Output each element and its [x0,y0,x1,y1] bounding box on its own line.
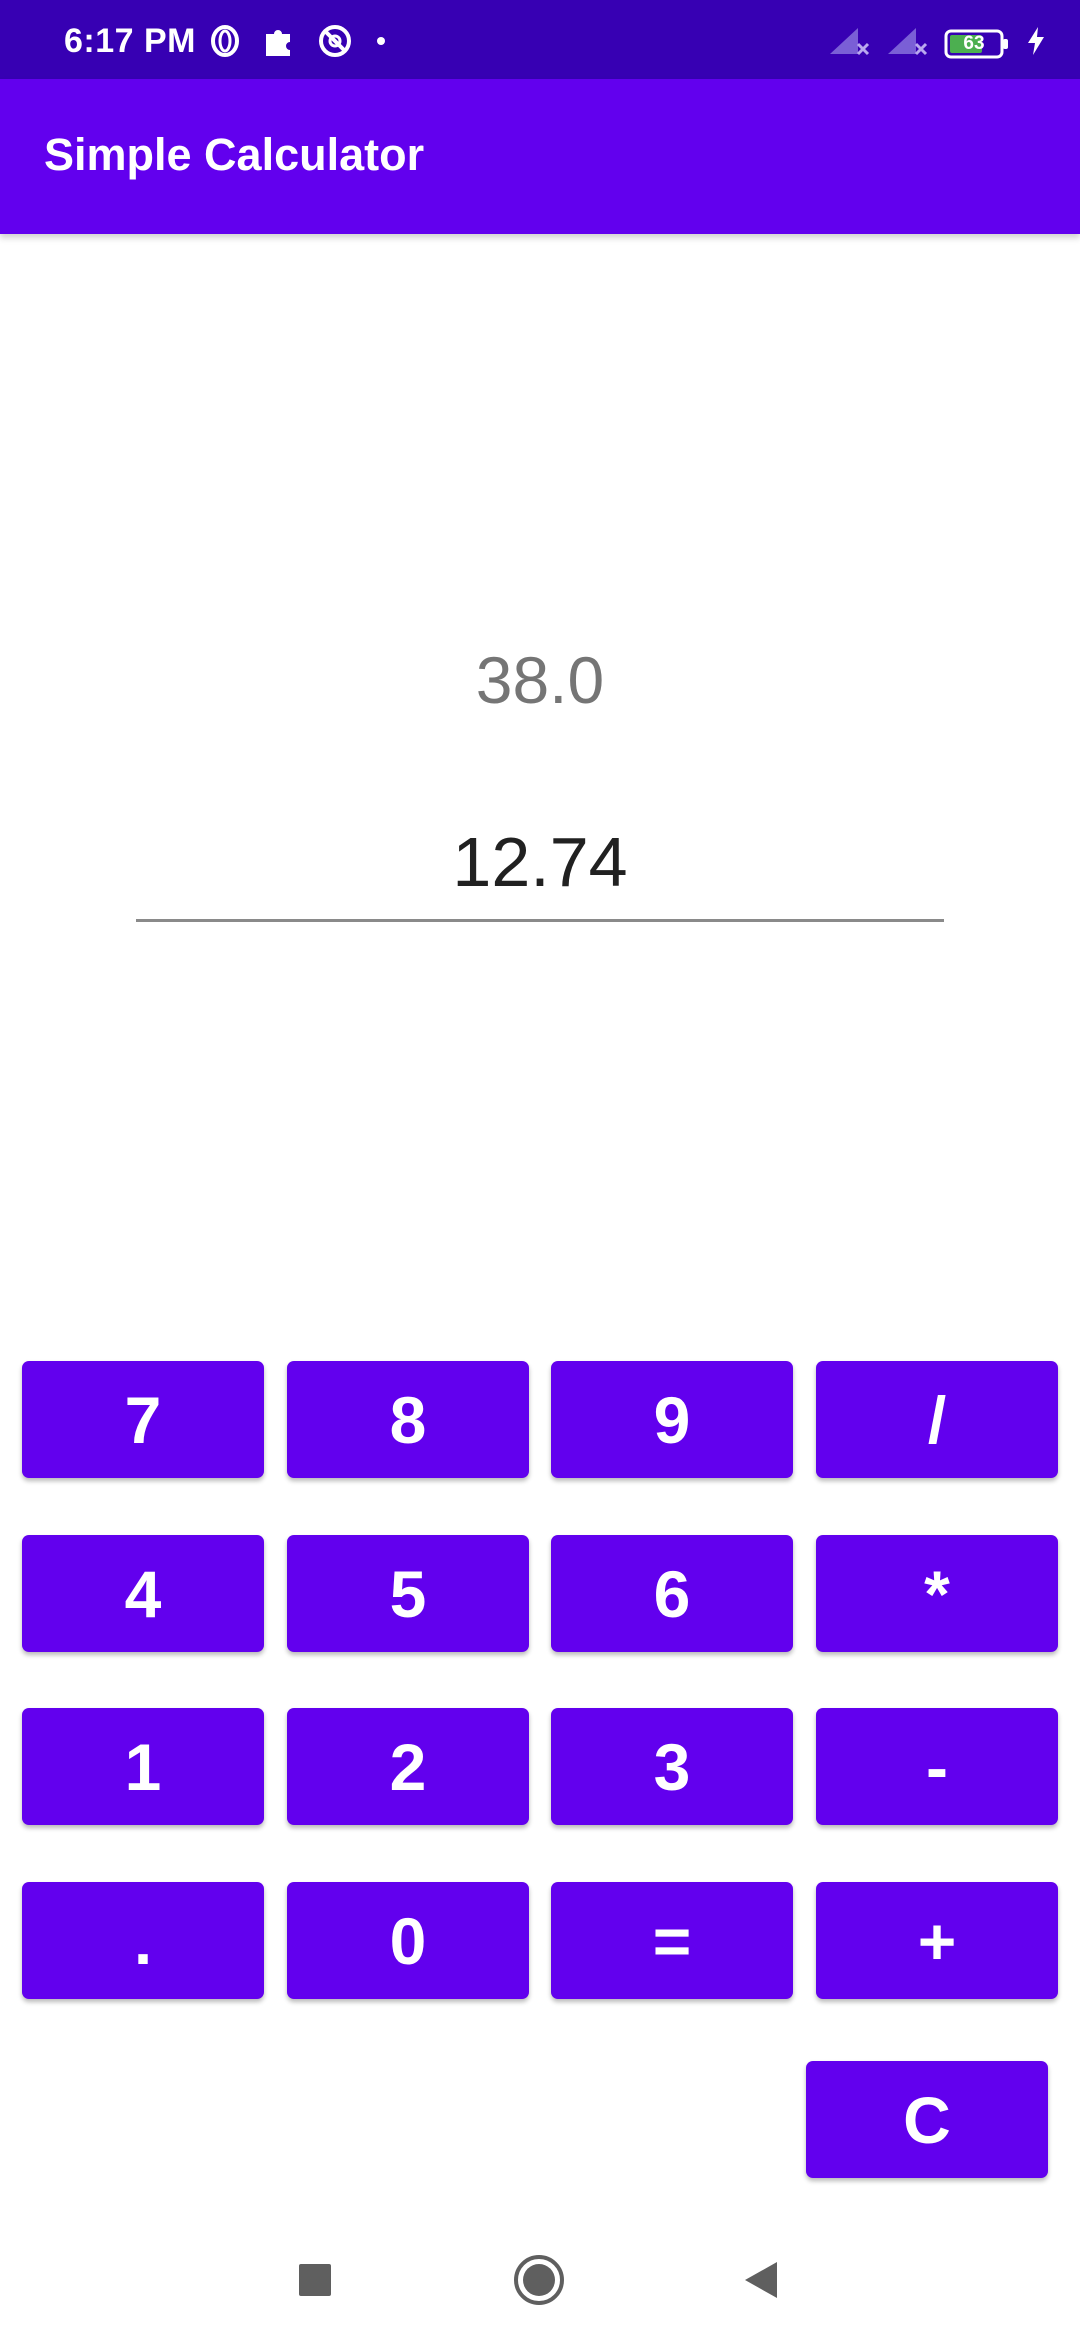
status-bar: 6:17 PM 63 [0,0,1080,79]
key-1-button[interactable]: 1 [22,1708,264,1825]
key-7-button[interactable]: 7 [22,1361,264,1478]
key-2-button[interactable]: 2 [287,1708,529,1825]
at-sign-icon [318,24,352,63]
app-bar: Simple Calculator [0,79,1080,234]
key-5-button[interactable]: 5 [287,1535,529,1652]
opera-icon [210,25,240,62]
equals-button[interactable]: = [551,1882,793,1999]
subtract-button[interactable]: - [816,1708,1058,1825]
divide-button[interactable]: / [816,1361,1058,1478]
status-icons-left [210,24,388,63]
charging-icon [1026,26,1046,61]
signal-icon [828,26,870,61]
recents-square-icon[interactable] [285,2250,345,2310]
status-icons-right: 63 [828,26,1046,61]
home-circle-icon[interactable] [509,2250,569,2310]
signal-icon [886,26,928,61]
multiply-button[interactable]: * [816,1535,1058,1652]
battery-level: 63 [963,32,985,54]
back-triangle-icon[interactable] [731,2250,791,2310]
key-3-button[interactable]: 3 [551,1708,793,1825]
app-title: Simple Calculator [44,129,425,180]
key-6-button[interactable]: 6 [551,1535,793,1652]
key-9-button[interactable]: 9 [551,1361,793,1478]
clear-button[interactable]: C [806,2061,1048,2178]
key-4-button[interactable]: 4 [22,1535,264,1652]
current-input-field[interactable]: 12.74 [136,822,944,922]
status-time: 6:17 PM [64,22,196,60]
add-button[interactable]: + [816,1882,1058,1999]
key-0-button[interactable]: 0 [287,1882,529,1999]
dot-icon [374,34,388,53]
previous-value-display: 38.0 [475,643,605,717]
navigation-bar [0,2212,1080,2340]
battery-icon: 63 [944,29,1010,59]
decimal-point-button[interactable]: . [22,1882,264,1999]
key-8-button[interactable]: 8 [287,1361,529,1478]
puzzle-icon [262,24,296,63]
